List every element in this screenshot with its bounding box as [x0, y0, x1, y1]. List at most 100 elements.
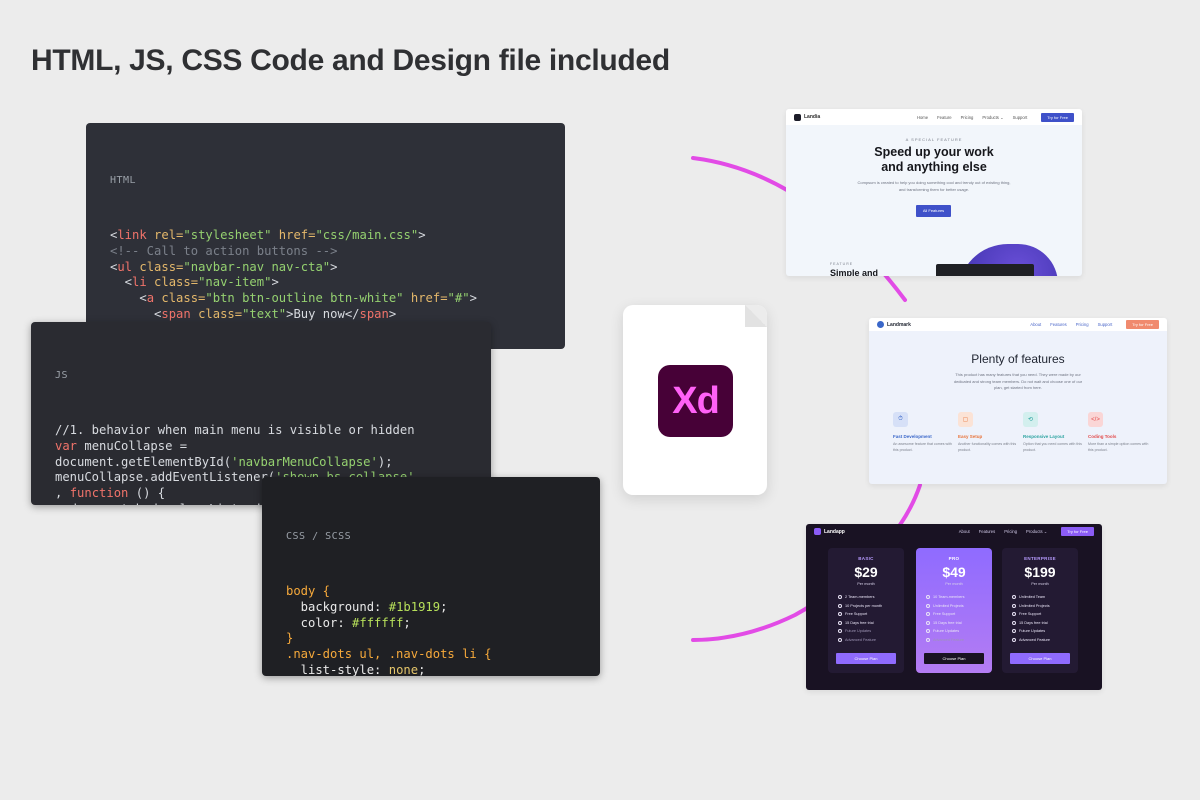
- code-line: <link rel="stylesheet" href="css/main.cs…: [110, 228, 541, 244]
- html-code-card: HTML <link rel="stylesheet" href="css/ma…: [86, 123, 565, 349]
- plan-feature-label: Free Support: [845, 612, 868, 617]
- brand-name: Landmark: [887, 321, 911, 328]
- plan-feature: Advanced Feature: [838, 636, 904, 645]
- code-token: >Buy now</: [286, 306, 360, 321]
- code-language-label: CSS / SCSS: [286, 530, 352, 542]
- plan-feature-label: Advanced Feature: [933, 637, 965, 642]
- code-token: href=: [410, 291, 448, 306]
- hero-eyebrow: A SPECIAL FEATURE: [905, 137, 963, 142]
- code-line: <span class="text">Buy now</span>: [110, 307, 541, 323]
- plan-feature: 10 Projects per month: [838, 602, 904, 611]
- code-language-label: HTML: [110, 174, 137, 186]
- code-token: "css/main.css": [315, 227, 419, 242]
- preview-nav-link: Pricing: [960, 114, 974, 120]
- code-line: .nav-dots ul, .nav-dots li {: [286, 647, 576, 663]
- preview-navbar: Landia Home Feature Pricing Products ⌄ Suppo…: [786, 109, 1082, 125]
- code-token: >: [418, 227, 426, 242]
- plan-feature-label: Free Support: [933, 612, 956, 617]
- features-title: Plenty of features: [971, 352, 1065, 366]
- landing-hero-preview: Landia Home Feature Pricing Products ⌄ Suppo…: [786, 109, 1082, 276]
- choose-plan-button: Choose Plan: [1010, 653, 1070, 664]
- code-token: >: [469, 291, 477, 306]
- nav-cta-button: Try for Free: [1126, 320, 1159, 329]
- preview-nav-link: About: [958, 529, 970, 534]
- feature-icon: </>: [1088, 412, 1103, 427]
- plan-feature: 10 Team-members: [926, 593, 992, 602]
- check-icon: [1012, 620, 1016, 625]
- plan-period: Per month: [857, 582, 875, 586]
- code-token: ;: [403, 615, 411, 630]
- code-token: menuCollapse.addEventListener(: [55, 470, 276, 485]
- feature-desc: Option that you need comes with this pro…: [1023, 442, 1082, 452]
- plan-feature-label: Unlimited Projects: [933, 603, 964, 608]
- code-token: <!-- Call to action buttons -->: [110, 243, 338, 258]
- code-token: }: [286, 631, 294, 646]
- code-language-label: JS: [55, 369, 69, 381]
- check-icon: [838, 612, 842, 617]
- preview-brand: Landmark: [877, 321, 911, 328]
- code-token: li: [132, 275, 155, 290]
- plan-feature: Free Support: [926, 610, 992, 619]
- code-line: //1. behavior when main menu is visible …: [55, 423, 467, 439]
- plan-name: PRO: [948, 556, 960, 561]
- preview-nav-link: Home: [916, 114, 929, 120]
- feature-icon: ⟲: [1023, 412, 1038, 427]
- code-token: link: [117, 227, 155, 242]
- feature-name: Responsive Layout: [1023, 434, 1065, 439]
- code-token: span: [359, 306, 389, 321]
- code-token: "nav-item": [198, 275, 272, 290]
- plan-feature: Future Updates: [926, 627, 992, 636]
- code-token: menuCollapse =: [77, 438, 188, 453]
- preview-nav-link: Support: [1097, 322, 1113, 327]
- plan-feature-label: 10 Projects per month: [845, 603, 883, 608]
- hero-title: Speed up your work and anything else: [786, 145, 1082, 175]
- check-icon: [838, 620, 842, 625]
- code-line: document.getElementById('navbarMenuColla…: [55, 455, 467, 471]
- feature-item: ▢ Easy Setup Another functionality comes w…: [958, 412, 1020, 453]
- plan-price: $199: [1024, 564, 1056, 580]
- feature-item: ⏱ Fast Development An awesome feature that…: [893, 412, 955, 453]
- plan-feature-label: 2 Team-members: [845, 595, 875, 599]
- code-token: rel=: [154, 227, 184, 242]
- code-line: <ul class="navbar-nav nav-cta">: [110, 260, 541, 276]
- plan-period: Per month: [1031, 582, 1049, 586]
- code-token: >: [271, 275, 279, 290]
- plan-feature-label: Free Support: [1019, 612, 1042, 617]
- code-token: class=: [198, 306, 243, 321]
- feature-eyebrow: FEATURE: [830, 262, 854, 266]
- plan-feature: Unlimited Team: [1012, 593, 1078, 602]
- code-token: #ffffff: [352, 615, 404, 630]
- plan-feature: Future Updates: [838, 627, 904, 636]
- plan-feature: Advanced Feature: [926, 636, 992, 645]
- feature-name: Coding Tools: [1088, 434, 1117, 439]
- features-section-preview: Landmark About Features Pricing Support Try…: [869, 318, 1167, 484]
- plan-feature-list: 2 Team-members 10 Projects per month Free …: [838, 593, 904, 645]
- plan-feature-list: 10 Team-members Unlimited Projects Free Su…: [926, 593, 992, 645]
- feature-name: Fast Development: [893, 434, 932, 439]
- preview-brand: Landapp: [814, 528, 845, 535]
- code-line: list-style: none;: [286, 663, 576, 676]
- code-token: background:: [286, 599, 389, 614]
- plan-feature-label: 10 Team-members: [933, 595, 965, 599]
- feature-item: ⟲ Responsive Layout Option that you need c…: [1023, 412, 1085, 453]
- feature-item: </> Coding Tools More than a simple option…: [1088, 412, 1150, 453]
- feature-icon: ▢: [958, 412, 973, 427]
- code-line: body {: [286, 584, 576, 600]
- xd-design-file: Xd: [623, 305, 767, 495]
- choose-plan-button: Choose Plan: [924, 653, 984, 664]
- plan-feature-label: Advanced Feature: [1019, 637, 1051, 642]
- preview-nav-link: About: [1030, 322, 1042, 327]
- preview-nav-link: Products ⌄: [982, 114, 1004, 120]
- file-corner-fold: [745, 305, 767, 327]
- code-token: function: [69, 486, 129, 501]
- preview-nav-link: Features: [1050, 322, 1067, 327]
- code-token: >: [388, 306, 397, 321]
- code-token: color:: [286, 615, 353, 630]
- hero-subtitle: Compsum is created to help you doing som…: [857, 180, 1011, 192]
- hero-laptop-illustration: [936, 264, 1034, 276]
- code-token: //1. behavior when main menu is visible …: [55, 422, 415, 437]
- code-token: <: [110, 306, 162, 321]
- plan-name: BASIC: [858, 556, 874, 561]
- check-icon: [926, 629, 930, 634]
- preview-nav-link: Features: [978, 529, 996, 534]
